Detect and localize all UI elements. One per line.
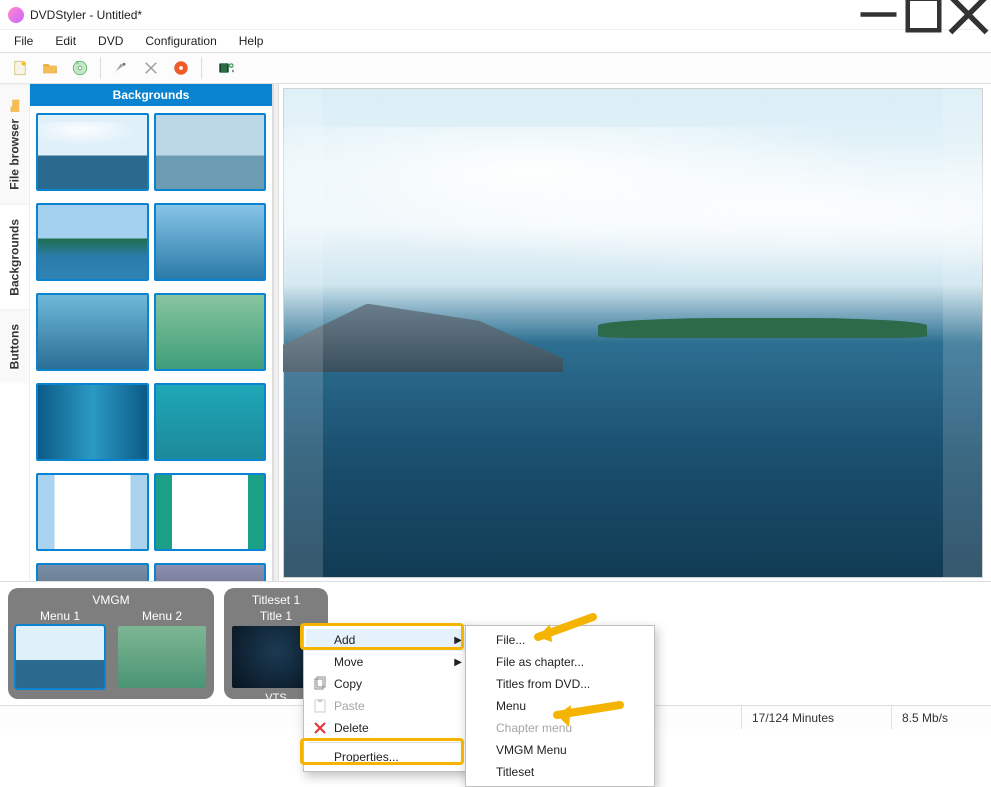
ctx-add-titles-dvd[interactable]: Titles from DVD... — [468, 673, 652, 695]
ctx-paste-label: Paste — [334, 699, 365, 713]
ctx-add-label: Add — [334, 633, 355, 647]
menu-dvd[interactable]: DVD — [94, 32, 127, 50]
menu-edit[interactable]: Edit — [51, 32, 80, 50]
tab-file-browser[interactable]: File browser — [0, 84, 29, 204]
minimize-button[interactable] — [856, 0, 901, 30]
ctx-delete[interactable]: Delete — [306, 717, 470, 739]
background-thumb[interactable] — [36, 383, 149, 461]
ctx-add-vmgm-menu-label: VMGM Menu — [496, 743, 567, 757]
ctx-add-menu-label: Menu — [496, 699, 526, 713]
ctx-add-file-chapter-label: File as chapter... — [496, 655, 584, 669]
background-thumb[interactable] — [154, 293, 267, 371]
background-thumb[interactable] — [154, 383, 267, 461]
ctx-copy[interactable]: Copy — [306, 673, 470, 695]
ctx-add-titleset-label: Titleset — [496, 765, 534, 779]
ctx-add-file-label: File... — [496, 633, 525, 647]
app-icon — [8, 7, 24, 23]
chevron-right-icon: ▶ — [454, 657, 462, 668]
tab-backgrounds[interactable]: Backgrounds — [0, 204, 29, 310]
background-thumb[interactable] — [154, 203, 267, 281]
menubar: File Edit DVD Configuration Help — [0, 30, 991, 52]
main-area: File browser Backgrounds Buttons Backgro… — [0, 84, 991, 581]
menu2-label: Menu 2 — [142, 608, 182, 624]
tab-file-browser-label: File browser — [8, 119, 22, 190]
ctx-move[interactable]: Move ▶ — [306, 651, 470, 673]
background-thumb[interactable] — [36, 563, 149, 581]
annotation-arrow-file — [528, 612, 598, 647]
backgrounds-panel: Backgrounds — [30, 84, 273, 581]
delete-icon — [312, 720, 328, 736]
vmgm-label: VMGM — [12, 592, 210, 608]
background-thumb[interactable] — [36, 203, 149, 281]
chevron-right-icon: ▶ — [454, 635, 462, 646]
preview-area — [279, 84, 991, 581]
paste-icon — [312, 698, 328, 714]
ctx-add[interactable]: Add ▶ — [306, 629, 470, 651]
titlebar: DVDStyler - Untitled* — [0, 0, 991, 30]
toolbar-separator — [201, 57, 202, 79]
save-dvd-button[interactable] — [68, 56, 92, 80]
ctx-add-titleset[interactable]: Titleset — [468, 761, 652, 783]
ctx-add-vmgm-menu[interactable]: VMGM Menu — [468, 739, 652, 761]
tab-buttons-label: Buttons — [8, 324, 22, 369]
settings-button[interactable] — [139, 56, 163, 80]
open-button[interactable] — [38, 56, 62, 80]
background-thumb[interactable] — [36, 113, 149, 191]
menu1-label: Menu 1 — [40, 608, 80, 624]
add-clip-button[interactable] — [210, 56, 244, 80]
background-thumb[interactable] — [154, 563, 267, 581]
menu-help[interactable]: Help — [235, 32, 268, 50]
menu2-slot[interactable]: Menu 2 — [114, 608, 210, 690]
toolbar-separator — [100, 57, 101, 79]
background-thumb[interactable] — [36, 473, 149, 551]
menu1-slot[interactable]: Menu 1 — [12, 608, 108, 690]
copy-icon — [312, 676, 328, 692]
status-duration: 17/124 Minutes — [741, 706, 891, 729]
ctx-move-label: Move — [334, 655, 363, 669]
status-bitrate: 8.5 Mb/s — [891, 706, 991, 729]
context-menu-main: Add ▶ Move ▶ Copy Paste Delete Propertie… — [303, 625, 473, 772]
window-title: DVDStyler - Untitled* — [30, 8, 856, 22]
folder-icon — [8, 99, 22, 113]
side-tabs: File browser Backgrounds Buttons — [0, 84, 30, 581]
maximize-button[interactable] — [901, 0, 946, 30]
options-button[interactable] — [109, 56, 133, 80]
menu-configuration[interactable]: Configuration — [141, 32, 220, 50]
background-thumb[interactable] — [36, 293, 149, 371]
menu2-thumb[interactable] — [116, 624, 208, 690]
title1-foot: VTS — [265, 692, 286, 704]
tab-backgrounds-label: Backgrounds — [8, 219, 22, 296]
vmgm-group: VMGM Menu 1 Menu 2 — [8, 588, 214, 699]
ctx-add-titles-dvd-label: Titles from DVD... — [496, 677, 590, 691]
menu-file[interactable]: File — [10, 32, 37, 50]
annotation-arrow-menu — [545, 700, 625, 730]
title1-label: Title 1 — [260, 608, 292, 624]
tab-buttons[interactable]: Buttons — [0, 309, 29, 383]
ctx-properties-label: Properties... — [334, 750, 399, 764]
ctx-add-file-chapter[interactable]: File as chapter... — [468, 651, 652, 673]
ctx-copy-label: Copy — [334, 677, 362, 691]
close-button[interactable] — [946, 0, 991, 30]
background-thumb[interactable] — [154, 113, 267, 191]
titleset-label: Titleset 1 — [228, 592, 324, 608]
ctx-paste: Paste — [306, 695, 470, 717]
toolbar — [0, 52, 991, 84]
new-button[interactable] — [8, 56, 32, 80]
background-thumb[interactable] — [154, 473, 267, 551]
burn-button[interactable] — [169, 56, 193, 80]
backgrounds-grid — [30, 106, 272, 581]
ctx-separator — [308, 742, 468, 743]
ctx-delete-label: Delete — [334, 721, 369, 735]
menu-preview[interactable] — [283, 88, 983, 578]
backgrounds-header: Backgrounds — [30, 84, 272, 106]
menu1-thumb[interactable] — [14, 624, 106, 690]
ctx-properties[interactable]: Properties... — [306, 746, 470, 768]
